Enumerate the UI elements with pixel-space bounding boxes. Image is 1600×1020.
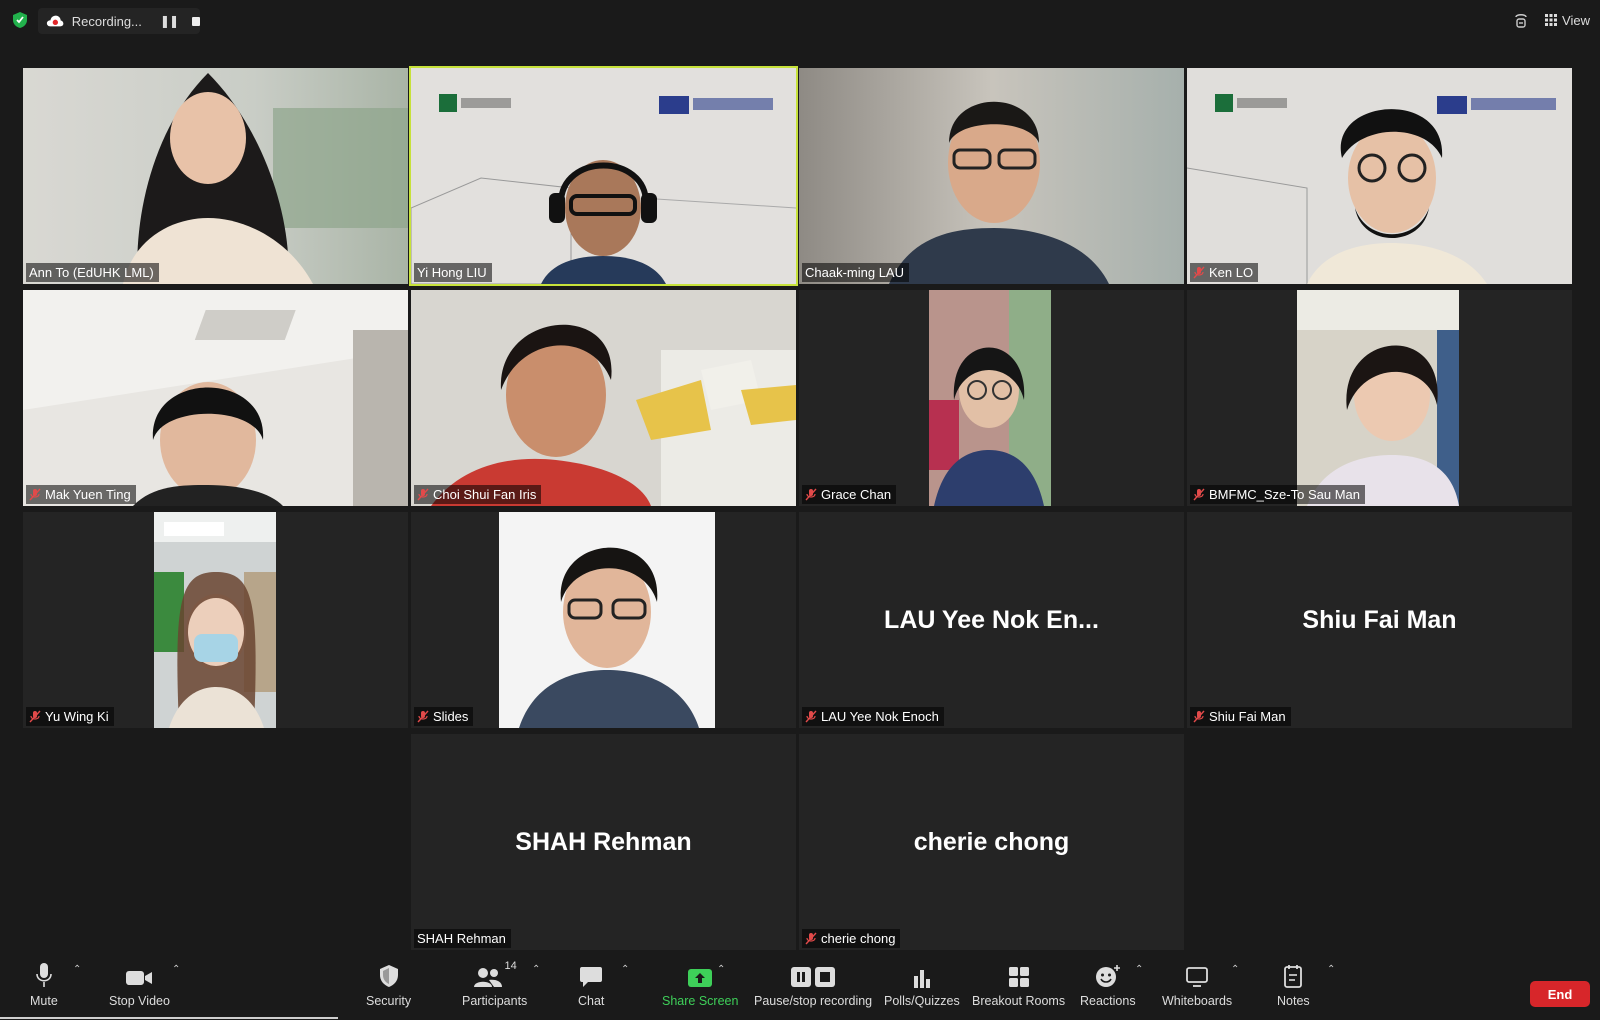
participant-name-tag: Choi Shui Fan Iris xyxy=(414,485,542,504)
view-label: View xyxy=(1562,12,1590,28)
share-options-caret[interactable]: ⌃ xyxy=(717,964,725,975)
active-speaker-tile[interactable]: Yi Hong LIU xyxy=(409,66,798,286)
participant-video xyxy=(411,68,796,284)
participant-name-tag: Yu Wing Ki xyxy=(26,707,114,726)
chat-options-caret[interactable]: ⌃ xyxy=(621,964,629,975)
video-off-tile[interactable]: cherie chong cherie chong xyxy=(799,734,1184,950)
video-tile[interactable]: Ann To (EdUHK LML) xyxy=(23,68,408,284)
recording-label: Recording... xyxy=(71,13,142,29)
participant-name-tag: SHAH Rehman xyxy=(414,929,511,948)
participant-name-tag: Ann To (EdUHK LML) xyxy=(26,263,159,282)
participant-display-name: LAU Yee Nok En... xyxy=(884,605,1099,634)
participant-video xyxy=(23,68,408,284)
video-off-tile[interactable]: SHAH Rehman SHAH Rehman xyxy=(411,734,796,950)
participant-name-tag: Ken LO xyxy=(1190,263,1259,282)
participant-video xyxy=(1297,290,1459,506)
video-camera-icon xyxy=(126,971,153,985)
encryption-shield-icon[interactable] xyxy=(12,11,28,29)
notes-button[interactable]: Notes xyxy=(1277,960,1310,1008)
muted-mic-icon xyxy=(1193,710,1205,723)
whiteboards-button[interactable]: Whiteboards xyxy=(1162,960,1232,1008)
stop-recording-icon[interactable] xyxy=(192,16,200,26)
microphone-icon xyxy=(36,963,52,987)
muted-mic-icon xyxy=(805,932,817,945)
participant-video xyxy=(411,290,796,506)
participants-options-caret[interactable]: ⌃ xyxy=(532,964,540,975)
participant-display-name: SHAH Rehman xyxy=(515,827,692,856)
breakout-rooms-icon xyxy=(1008,967,1029,987)
top-bar: Recording... ❚❚ View xyxy=(0,0,1600,42)
stop-video-button[interactable]: Stop Video xyxy=(109,960,170,1008)
pause-stop-icon xyxy=(791,967,836,987)
video-off-tile[interactable]: Shiu Fai Man Shiu Fai Man xyxy=(1187,512,1572,728)
participant-name-tag: Shiu Fai Man xyxy=(1190,707,1291,726)
participants-button[interactable]: 14 Participants xyxy=(462,960,527,1008)
security-shield-icon xyxy=(379,965,398,987)
participant-video xyxy=(1187,68,1572,284)
participant-name-tag: LAU Yee Nok Enoch xyxy=(802,707,944,726)
pause-recording-icon[interactable]: ❚❚ xyxy=(160,14,179,28)
video-tile[interactable]: Grace Chan xyxy=(799,290,1184,506)
participant-video xyxy=(799,68,1184,284)
video-tile[interactable]: Slides xyxy=(411,512,796,728)
video-tile[interactable]: Mak Yuen Ting xyxy=(23,290,408,506)
polls-icon xyxy=(913,970,930,988)
video-off-tile[interactable]: LAU Yee Nok En... LAU Yee Nok Enoch xyxy=(799,512,1184,728)
immersive-view-icon[interactable] xyxy=(1513,11,1529,29)
muted-mic-icon xyxy=(1193,488,1205,501)
view-button[interactable]: View xyxy=(1545,13,1590,28)
breakout-rooms-button[interactable]: Breakout Rooms xyxy=(972,960,1065,1008)
mute-button[interactable]: Mute xyxy=(30,960,58,1008)
participant-name-tag: Slides xyxy=(414,707,474,726)
muted-mic-icon xyxy=(805,488,817,501)
participant-name-tag: Chaak-ming LAU xyxy=(802,263,909,282)
share-screen-button[interactable]: Share Screen xyxy=(662,960,738,1008)
grid-view-icon xyxy=(1545,14,1558,26)
muted-mic-icon xyxy=(805,710,817,723)
reactions-emoji-icon xyxy=(1095,965,1120,987)
audio-options-caret[interactable]: ⌃ xyxy=(73,964,81,975)
muted-mic-icon xyxy=(29,710,41,723)
participant-display-name: cherie chong xyxy=(913,827,1070,856)
participant-name-tag: cherie chong xyxy=(802,929,901,948)
cloud-recording-icon xyxy=(46,15,64,27)
muted-mic-icon xyxy=(417,710,429,723)
reactions-options-caret[interactable]: ⌃ xyxy=(1135,964,1143,975)
video-tile[interactable]: BMFMC_Sze-To Sau Man xyxy=(1187,290,1572,506)
participant-name-tag: Grace Chan xyxy=(802,485,897,504)
notes-icon xyxy=(1284,965,1303,988)
slides-video xyxy=(499,512,715,728)
recording-indicator[interactable]: Recording... ❚❚ xyxy=(38,8,200,34)
security-button[interactable]: Security xyxy=(366,960,411,1008)
end-meeting-button[interactable]: End xyxy=(1530,981,1590,1007)
participants-icon xyxy=(473,968,502,987)
participants-count: 14 xyxy=(504,960,517,972)
video-options-caret[interactable]: ⌃ xyxy=(172,964,180,975)
share-screen-icon xyxy=(688,969,713,987)
video-tile[interactable]: Choi Shui Fan Iris xyxy=(411,290,796,506)
video-tile[interactable]: Ken LO xyxy=(1187,68,1572,284)
video-tile[interactable]: Yu Wing Ki xyxy=(23,512,408,728)
meeting-toolbar: Mute ⌃ Stop Video ⌃ Security 14 Particip… xyxy=(0,952,1600,1020)
whiteboards-options-caret[interactable]: ⌃ xyxy=(1231,964,1239,975)
chat-bubble-icon xyxy=(580,967,603,987)
taskbar-indicator xyxy=(0,1017,338,1019)
participant-name-tag: Yi Hong LIU xyxy=(414,263,492,282)
polls-quizzes-button[interactable]: Polls/Quizzes xyxy=(884,960,960,1008)
participant-video xyxy=(23,290,408,506)
muted-mic-icon xyxy=(29,488,41,501)
muted-mic-icon xyxy=(1193,266,1205,279)
reactions-button[interactable]: Reactions xyxy=(1080,960,1136,1008)
video-tile[interactable]: Chaak-ming LAU xyxy=(799,68,1184,284)
participant-video xyxy=(929,290,1051,506)
muted-mic-icon xyxy=(417,488,429,501)
chat-button[interactable]: Chat xyxy=(578,960,604,1008)
notes-options-caret[interactable]: ⌃ xyxy=(1327,964,1335,975)
participant-video xyxy=(154,512,276,728)
participant-name-tag: Mak Yuen Ting xyxy=(26,485,136,504)
participant-name-tag: BMFMC_Sze-To Sau Man xyxy=(1190,485,1365,504)
pause-stop-recording-button[interactable]: Pause/stop recording xyxy=(754,960,872,1008)
participant-display-name: Shiu Fai Man xyxy=(1302,605,1457,634)
whiteboard-icon xyxy=(1186,967,1208,987)
